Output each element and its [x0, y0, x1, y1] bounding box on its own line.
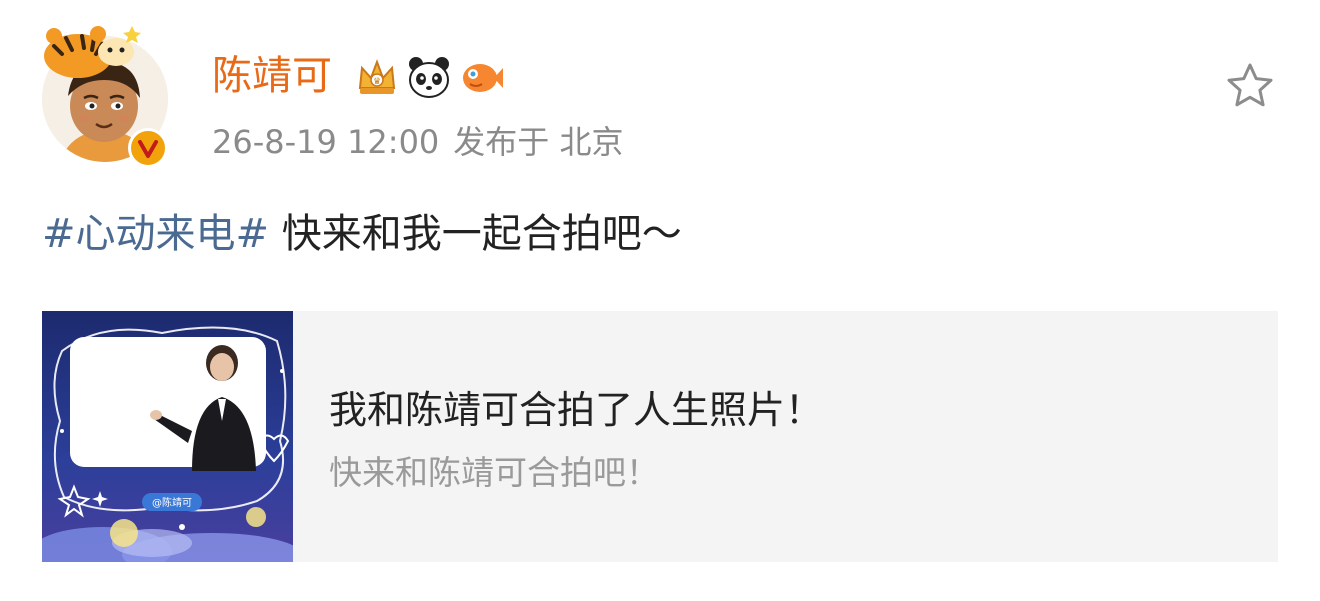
- author-badges: ♛: [354, 54, 504, 100]
- post-location: 北京: [559, 123, 624, 161]
- hashtag-link[interactable]: #心动来电#: [42, 211, 269, 257]
- thumb-tag: @陈靖可: [152, 496, 192, 509]
- link-card[interactable]: @陈靖可 我和陈靖可合拍了人生照片！ 快来和陈靖可合拍吧！: [42, 311, 1278, 562]
- post-timestamp: 26-8-19 12:00: [212, 123, 440, 161]
- card-title: 我和陈靖可合拍了人生照片！: [329, 388, 824, 432]
- post-meta: 26-8-19 12:00 发布于 北京: [212, 120, 623, 164]
- author-avatar[interactable]: [36, 16, 174, 172]
- post-content: #心动来电# 快来和我一起合拍吧～: [42, 208, 682, 260]
- tiger-hat-icon: [44, 26, 141, 78]
- svg-text:♛: ♛: [373, 77, 381, 87]
- verified-icon: [128, 128, 168, 168]
- card-thumbnail: @陈靖可: [42, 311, 293, 562]
- star-outline-icon: [1227, 63, 1273, 107]
- card-subtitle: 快来和陈靖可合拍吧！: [329, 453, 659, 492]
- favorite-button[interactable]: [1222, 58, 1278, 114]
- weibo-post: 陈靖可 ♛ 26-8-19 12:00 发布于 北京 #心动来电# 快来和我一起…: [0, 0, 1320, 601]
- panda-badge-icon[interactable]: [406, 54, 452, 100]
- author-name[interactable]: 陈靖可: [212, 50, 332, 102]
- crown-badge-icon[interactable]: ♛: [354, 54, 400, 100]
- location-prefix: 发布于: [453, 123, 550, 161]
- card-text-area: 我和陈靖可合拍了人生照片！ 快来和陈靖可合拍吧！: [293, 311, 1278, 562]
- fish-badge-icon[interactable]: [458, 54, 504, 100]
- post-body-text: 快来和我一起合拍吧～: [269, 211, 682, 257]
